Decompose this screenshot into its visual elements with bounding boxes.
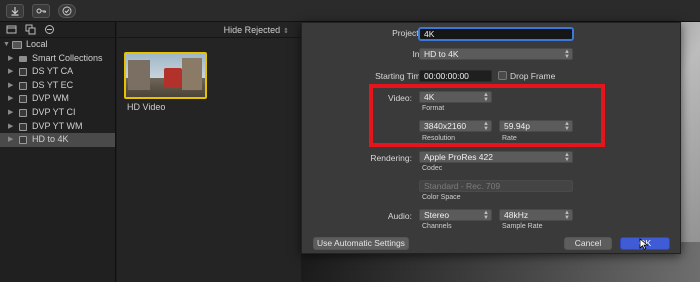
sidebar-item-label: Smart Collections <box>32 52 103 63</box>
channels-popup[interactable]: Stereo ▲ ▼ <box>419 209 492 221</box>
sample-rate-value: 48kHz <box>504 210 529 220</box>
audio-label: Audio: <box>387 211 412 221</box>
disclosure-triangle-icon[interactable]: ▶ <box>8 106 13 120</box>
clip-thumbnail[interactable] <box>124 52 207 99</box>
event-icon <box>19 95 27 104</box>
sidebar-item-smart-collections[interactable]: ▶ Smart Collections <box>0 52 115 66</box>
codec-popup[interactable]: Apple ProRes 422 ▲ ▼ <box>419 151 573 163</box>
event-icon <box>19 68 27 77</box>
new-project-dialog: Project Name: 4K In Event: HD to 4K ▲▼ S… <box>301 22 681 254</box>
starting-timecode-field[interactable]: 00:00:00:00 <box>419 70 492 82</box>
sidebar-item-label: HD to 4K <box>32 134 69 145</box>
import-icon <box>11 7 19 16</box>
sidebar-item-label: Local <box>26 39 48 49</box>
disclosure-triangle-icon[interactable]: ▶ <box>8 120 13 134</box>
sidebar-item-hd-to-4k[interactable]: ▶ HD to 4K <box>0 133 115 147</box>
drop-frame-checkbox[interactable] <box>498 71 507 80</box>
clip-browser: Hide Rejected ⇕ HD Video <box>117 22 301 282</box>
event-icon <box>19 81 27 90</box>
filter-popup[interactable]: Hide Rejected ⇕ <box>224 25 289 35</box>
browser-header: Hide Rejected ⇕ <box>117 22 301 38</box>
color-space-popup: Standard - Rec. 709 <box>419 180 573 192</box>
background-tasks-button[interactable] <box>58 4 76 18</box>
sidebar-item-ds-yt-ec[interactable]: ▶ DS YT EC <box>0 79 115 93</box>
disclosure-triangle-icon[interactable]: ▼ <box>3 38 10 52</box>
cancel-button[interactable]: Cancel <box>564 237 612 250</box>
disclosure-triangle-icon[interactable]: ▶ <box>8 133 13 147</box>
mouse-pointer-icon <box>639 238 649 250</box>
sidebar-item-label: DS YT EC <box>32 79 74 90</box>
photos-icon[interactable] <box>25 24 36 35</box>
rendering-label: Rendering: <box>370 153 412 163</box>
in-event-value: HD to 4K <box>424 49 459 59</box>
disclosure-triangle-icon[interactable]: ▶ <box>8 65 13 79</box>
updown-arrows-icon: ▲ ▼ <box>564 49 570 60</box>
event-icon <box>19 136 27 145</box>
event-icon <box>19 108 27 117</box>
updown-arrows-icon: ▲ ▼ <box>564 210 570 221</box>
codec-value: Apple ProRes 422 <box>424 152 493 162</box>
channels-caption: Channels <box>422 223 452 230</box>
highlight-box <box>369 84 605 147</box>
folder-icon <box>19 55 27 62</box>
event-icon <box>19 122 27 131</box>
sidebar-item-label: DVP YT CI <box>32 106 76 117</box>
updown-arrows-icon: ▲ ▼ <box>483 210 489 221</box>
in-event-popup[interactable]: HD to 4K ▲ ▼ <box>419 48 573 60</box>
sidebar-library-local[interactable]: ▼ Local <box>0 38 115 52</box>
sidebar-item-ds-yt-ca[interactable]: ▶ DS YT CA <box>0 65 115 79</box>
disclosure-triangle-icon[interactable]: ▶ <box>8 92 13 106</box>
import-button[interactable] <box>6 4 24 18</box>
disclosure-triangle-icon[interactable]: ▶ <box>8 79 13 93</box>
drop-frame-label: Drop Frame <box>510 71 556 81</box>
filter-label: Hide Rejected <box>223 25 281 35</box>
checkmark-icon <box>62 6 72 16</box>
sample-rate-caption: Sample Rate <box>502 223 543 230</box>
sidebar-item-label: DS YT CA <box>32 66 74 77</box>
libraries-icon[interactable] <box>6 24 17 35</box>
libraries-sidebar: ▼ Local ▶ Smart Collections ▶ DS YT CA ▶… <box>0 22 116 282</box>
use-automatic-settings-button[interactable]: Use Automatic Settings <box>313 237 409 250</box>
color-space-value: Standard - Rec. 709 <box>424 181 501 191</box>
color-space-caption: Color Space <box>422 194 461 201</box>
sidebar-tabs <box>0 22 115 38</box>
sidebar-item-dvp-wm[interactable]: ▶ DVP WM <box>0 92 115 106</box>
keyword-button[interactable] <box>32 4 50 18</box>
sidebar-item-label: DVP WM <box>32 93 69 104</box>
final-cut-window: ▼ Local ▶ Smart Collections ▶ DS YT CA ▶… <box>0 0 700 282</box>
disclosure-triangle-icon[interactable]: ▶ <box>8 52 13 66</box>
channels-value: Stereo <box>424 210 450 220</box>
keyword-icon <box>36 8 46 14</box>
updown-arrows-icon: ▲ ▼ <box>564 152 570 163</box>
sidebar-item-dvp-yt-ci[interactable]: ▶ DVP YT CI <box>0 106 115 120</box>
clip-label: HD Video <box>127 102 166 112</box>
top-toolbar <box>0 0 700 22</box>
sample-rate-popup[interactable]: 48kHz ▲ ▼ <box>499 209 573 221</box>
sidebar-item-dvp-yt-wm[interactable]: ▶ DVP YT WM <box>0 120 115 134</box>
codec-caption: Codec <box>422 165 443 172</box>
project-name-field[interactable]: 4K <box>419 28 573 40</box>
library-icon <box>12 41 22 49</box>
sidebar-item-label: DVP YT WM <box>32 120 83 131</box>
titles-icon[interactable] <box>44 24 55 35</box>
updown-arrows-icon: ⇕ <box>283 28 289 35</box>
